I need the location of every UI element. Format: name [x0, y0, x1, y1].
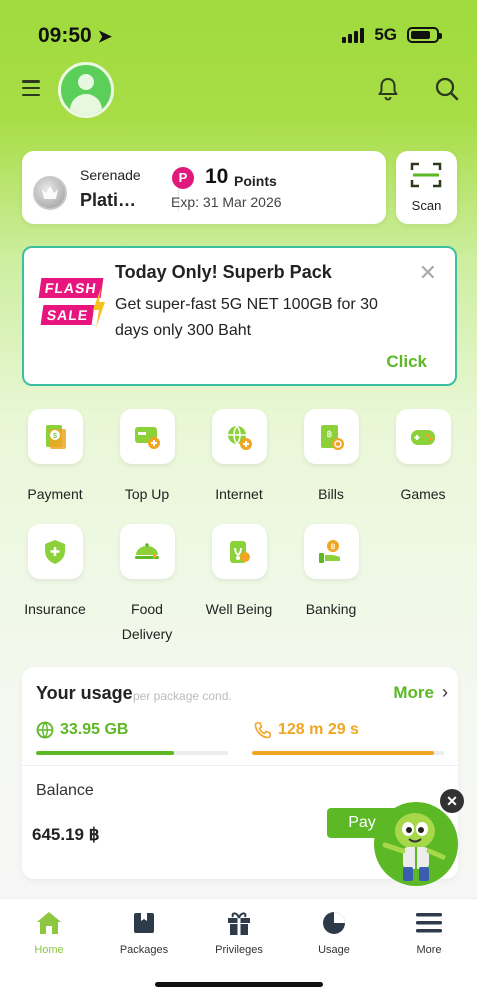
service-food-delivery[interactable]: Food Delivery — [105, 524, 189, 647]
battery-icon — [407, 27, 442, 43]
globe-icon — [36, 721, 54, 739]
call-usage: 128 m 29 s — [254, 721, 359, 739]
service-label: Banking — [305, 601, 357, 617]
balance-label: Balance — [36, 782, 94, 799]
close-icon[interactable]: ✕ — [419, 262, 437, 284]
service-bills[interactable]: ฿ Bills — [289, 409, 373, 507]
insurance-icon — [27, 524, 83, 579]
scan-label: Scan — [411, 198, 442, 213]
service-payment[interactable]: $ Payment — [13, 409, 97, 507]
service-label: Games — [400, 486, 446, 502]
scan-button[interactable]: Scan — [396, 151, 457, 224]
divider — [22, 765, 458, 766]
tab-usage[interactable]: Usage — [294, 907, 374, 956]
avatar-icon[interactable] — [58, 62, 114, 118]
points-card[interactable]: Serenade Plati… P 10 Points Exp: 31 Mar … — [22, 151, 386, 224]
tab-more[interactable]: More — [389, 907, 469, 956]
top-up-icon — [119, 409, 175, 464]
signal-icon — [342, 27, 365, 43]
lightning-icon — [93, 288, 105, 328]
home-icon — [9, 907, 89, 939]
status-time: 09:50 ➤ — [38, 24, 112, 47]
tab-bar: Home Packages Privileges Usage More — [0, 898, 477, 995]
service-label: Internet — [215, 486, 263, 502]
service-label: Food Delivery — [121, 601, 173, 642]
promo-banner[interactable]: FLASH SALE Today Only! Superb Pack Get s… — [22, 246, 457, 386]
search-icon[interactable] — [434, 76, 460, 102]
service-banking[interactable]: ฿ Banking — [289, 524, 373, 622]
usage-title: Your usage — [36, 683, 133, 703]
flash-sale-badge: FLASH SALE — [38, 278, 105, 330]
home-indicator — [155, 982, 323, 987]
tab-packages[interactable]: Packages — [104, 907, 184, 956]
svg-text:฿: ฿ — [327, 429, 333, 439]
points-expiry: Exp: 31 Mar 2026 — [171, 194, 282, 210]
tab-home[interactable]: Home — [9, 907, 89, 956]
data-usage: 33.95 GB — [36, 721, 128, 739]
status-bar: 09:50 ➤ 5G — [0, 0, 477, 70]
service-label: Payment — [27, 486, 83, 502]
banking-icon: ฿ — [303, 524, 359, 579]
points-value: 10 — [205, 165, 229, 188]
promo-click-button[interactable]: Click — [386, 352, 427, 372]
service-label: Bills — [318, 486, 344, 502]
promo-title: Today Only! Superb Pack — [115, 262, 332, 282]
internet-icon — [211, 409, 267, 464]
svg-text:$: $ — [53, 433, 57, 440]
service-insurance[interactable]: Insurance — [13, 524, 97, 622]
mascot-assistant-icon[interactable] — [373, 801, 459, 887]
chevron-right-icon[interactable]: › — [442, 682, 448, 703]
pie-chart-icon — [294, 907, 374, 939]
bell-icon[interactable] — [376, 76, 400, 102]
service-games[interactable]: Games — [381, 409, 465, 507]
close-mascot-icon[interactable]: ✕ — [440, 789, 464, 813]
data-progress-bar — [36, 751, 228, 755]
bills-icon: ฿ — [303, 409, 359, 464]
more-menu-icon — [389, 907, 469, 939]
service-label: Well Being — [205, 601, 273, 617]
app-screen: 09:50 ➤ 5G Serenade Plati… P 10 Points Ex… — [0, 0, 477, 995]
usage-more-link[interactable]: More — [393, 683, 434, 703]
service-well-being[interactable]: Well Being — [197, 524, 281, 622]
crown-icon — [33, 176, 67, 210]
svg-text:฿: ฿ — [330, 542, 335, 551]
phone-icon — [254, 722, 271, 739]
points-unit: Points — [234, 173, 277, 189]
menu-icon[interactable] — [22, 80, 40, 96]
packages-icon — [104, 907, 184, 939]
network-type: 5G — [374, 25, 397, 44]
service-top-up[interactable]: Top Up — [105, 409, 189, 507]
service-internet[interactable]: Internet — [197, 409, 281, 507]
tier-level: Plati… — [80, 190, 137, 210]
tier-name: Serenade — [80, 167, 141, 183]
usage-subtitle: per package cond. — [133, 689, 232, 703]
service-label: Top Up — [124, 486, 170, 502]
points-icon: P — [172, 167, 194, 189]
tab-privileges[interactable]: Privileges — [199, 907, 279, 956]
scan-icon — [410, 162, 442, 188]
food-delivery-icon — [119, 524, 175, 579]
games-icon — [395, 409, 451, 464]
payment-icon: $ — [27, 409, 83, 464]
service-label: Insurance — [24, 601, 86, 617]
call-progress-bar — [252, 751, 444, 755]
balance-value: 645.19 ฿ — [32, 825, 100, 844]
well-being-icon — [211, 524, 267, 579]
gift-icon — [199, 907, 279, 939]
location-arrow-icon: ➤ — [97, 27, 112, 46]
promo-description: Get super-fast 5G NET 100GB for 30 days … — [115, 296, 378, 339]
